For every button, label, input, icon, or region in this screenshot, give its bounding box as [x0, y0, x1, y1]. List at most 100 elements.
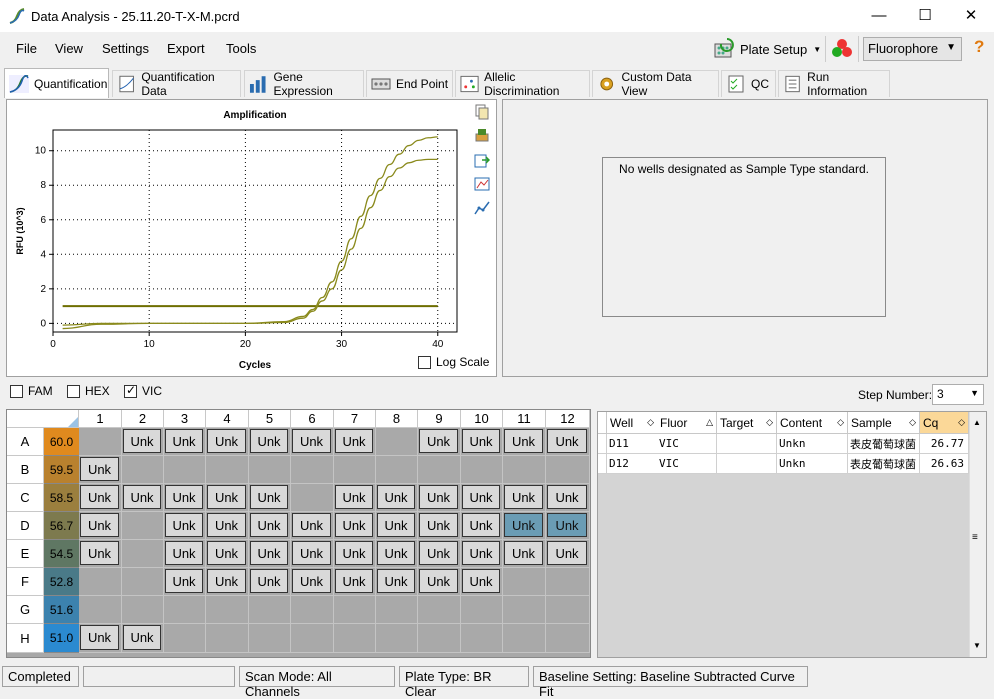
- column-header[interactable]: 12: [546, 410, 590, 428]
- plate-well[interactable]: [249, 624, 291, 653]
- cell-sample[interactable]: 表皮葡萄球菌: [848, 434, 920, 454]
- plate-well[interactable]: Unk: [206, 568, 249, 596]
- plate-well[interactable]: Unk: [206, 428, 249, 456]
- plate-well[interactable]: Unk: [418, 428, 461, 456]
- plate-well[interactable]: Unk: [334, 568, 376, 596]
- plate-well[interactable]: Unk: [206, 512, 249, 540]
- menu-tools[interactable]: Tools: [226, 41, 256, 56]
- tab-allelic-discrimination[interactable]: Allelic Discrimination: [455, 70, 590, 98]
- cell-sample[interactable]: 表皮葡萄球菌: [848, 454, 920, 474]
- plate-well[interactable]: Unk: [164, 512, 206, 540]
- plate-well[interactable]: [79, 428, 122, 456]
- plate-well[interactable]: [122, 456, 164, 484]
- checkbox-box[interactable]: [124, 383, 137, 398]
- menu-view[interactable]: View: [55, 41, 83, 56]
- plate-well[interactable]: Unk: [79, 512, 122, 540]
- plate-well[interactable]: Unk: [418, 540, 461, 568]
- zoom-chart-icon[interactable]: [474, 176, 490, 192]
- row-header[interactable]: D: [7, 512, 44, 540]
- curve-icon[interactable]: [474, 200, 490, 216]
- plate-well[interactable]: Unk: [376, 568, 418, 596]
- plate-well[interactable]: Unk: [122, 428, 164, 456]
- checkbox-box[interactable]: [418, 355, 431, 369]
- plate-well[interactable]: [503, 456, 546, 484]
- plate-well[interactable]: [376, 456, 418, 484]
- plate-well[interactable]: [334, 456, 376, 484]
- column-header[interactable]: 5: [249, 410, 291, 428]
- row-header[interactable]: A: [7, 428, 44, 456]
- plate-well[interactable]: Unk: [376, 484, 418, 512]
- help-icon[interactable]: ?: [974, 37, 984, 57]
- plate-well[interactable]: Unk: [334, 428, 376, 456]
- plate-well[interactable]: [334, 624, 376, 653]
- column-header[interactable]: 3: [164, 410, 206, 428]
- plate-well[interactable]: Unk: [503, 484, 546, 512]
- vic-checkbox[interactable]: VIC: [124, 383, 162, 398]
- plate-well[interactable]: [291, 596, 334, 624]
- row-selector[interactable]: [598, 434, 607, 454]
- plate-well[interactable]: Unk: [249, 512, 291, 540]
- plate-well[interactable]: Unk: [461, 512, 503, 540]
- row-selector[interactable]: [598, 454, 607, 474]
- row-header[interactable]: H: [7, 624, 44, 653]
- step-number-select[interactable]: 3 ▼: [932, 384, 984, 405]
- column-header-target[interactable]: Target ◇: [717, 412, 777, 434]
- select-all-icon[interactable]: [68, 417, 78, 427]
- tab-qc[interactable]: QC: [721, 70, 776, 97]
- plate-well[interactable]: [418, 456, 461, 484]
- fam-checkbox[interactable]: FAM: [10, 384, 53, 398]
- plate-well[interactable]: [291, 484, 334, 512]
- sort-icon[interactable]: ◇: [647, 417, 654, 428]
- plate-well[interactable]: Unk: [164, 540, 206, 568]
- print-icon[interactable]: [474, 128, 490, 144]
- column-header[interactable]: 11: [503, 410, 546, 428]
- plate-well[interactable]: [122, 512, 164, 540]
- plate-well[interactable]: Unk: [461, 484, 503, 512]
- column-header[interactable]: 7: [334, 410, 376, 428]
- plate-well[interactable]: Unk: [418, 484, 461, 512]
- plate-well[interactable]: Unk: [546, 484, 590, 512]
- plate-well[interactable]: [164, 624, 206, 653]
- scroll-grip-icon[interactable]: ≡: [972, 532, 978, 543]
- plate-well[interactable]: Unk: [503, 428, 546, 456]
- plate-well[interactable]: Unk: [461, 568, 503, 596]
- plate-well[interactable]: Unk: [334, 540, 376, 568]
- tab-quantification[interactable]: Quantification: [4, 68, 109, 98]
- plate-well[interactable]: Unk: [249, 540, 291, 568]
- column-header-well[interactable]: Well ◇: [607, 412, 658, 434]
- menu-export[interactable]: Export: [167, 41, 205, 56]
- checkbox-box[interactable]: [67, 384, 80, 398]
- column-header[interactable]: 8: [376, 410, 418, 428]
- plate-well[interactable]: [206, 456, 249, 484]
- plate-well[interactable]: Unk: [249, 484, 291, 512]
- plate-well[interactable]: Unk: [249, 428, 291, 456]
- plate-well[interactable]: Unk: [79, 624, 122, 653]
- plate-well[interactable]: Unk: [122, 484, 164, 512]
- column-header-fluor[interactable]: Fluor △: [657, 412, 717, 434]
- scroll-down-icon[interactable]: ▼: [973, 641, 981, 650]
- plate-well[interactable]: [164, 596, 206, 624]
- tab-gene-expression[interactable]: Gene Expression: [244, 70, 364, 98]
- column-header[interactable]: 6: [291, 410, 334, 428]
- sort-icon[interactable]: ◇: [837, 417, 844, 428]
- plate-well[interactable]: [461, 456, 503, 484]
- plate-well[interactable]: Unk: [461, 428, 503, 456]
- sort-icon[interactable]: △: [706, 417, 713, 428]
- plate-setup-button[interactable]: Plate Setup ▼: [713, 38, 821, 60]
- cell-content[interactable]: Unkn: [777, 454, 848, 474]
- row-header[interactable]: B: [7, 456, 44, 484]
- cell-content[interactable]: Unkn: [777, 434, 848, 454]
- tab-end-point[interactable]: End Point: [366, 70, 453, 97]
- plate-well[interactable]: [376, 624, 418, 653]
- export-icon[interactable]: [474, 152, 491, 168]
- plate-well[interactable]: Unk: [546, 428, 590, 456]
- row-selector-header[interactable]: [598, 412, 607, 434]
- plate-well[interactable]: Unk: [206, 484, 249, 512]
- plate-well[interactable]: Unk: [291, 540, 334, 568]
- tab-quantification-data[interactable]: Quantification Data: [112, 70, 241, 98]
- plate-well[interactable]: [206, 596, 249, 624]
- plate-well[interactable]: [206, 624, 249, 653]
- cell-cq[interactable]: 26.63: [920, 454, 969, 474]
- plate-well[interactable]: [546, 596, 590, 624]
- column-header-sample[interactable]: Sample ◇: [848, 412, 920, 434]
